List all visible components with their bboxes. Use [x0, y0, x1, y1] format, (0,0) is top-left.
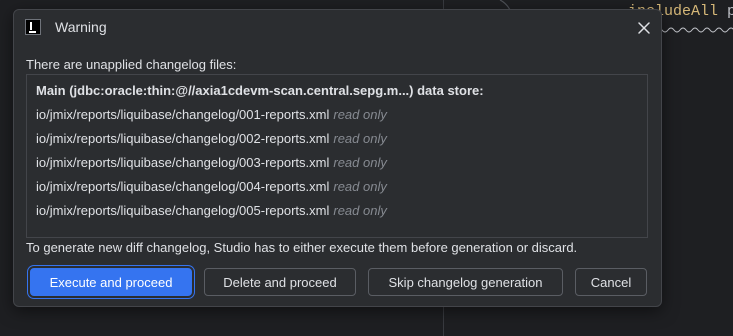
list-item[interactable]: io/jmix/reports/liquibase/changelog/005-…: [36, 203, 387, 218]
execute-and-proceed-button[interactable]: Execute and proceed: [30, 268, 192, 296]
file-status: read only: [333, 203, 387, 218]
file-path: io/jmix/reports/liquibase/changelog/003-…: [36, 155, 330, 170]
data-store-header: Main (jdbc:oracle:thin:@//axia1cdevm-sca…: [36, 83, 484, 98]
dialog-title: Warning: [55, 19, 107, 35]
dialog-message: There are unapplied changelog files:: [26, 57, 237, 72]
file-status: read only: [333, 179, 387, 194]
list-item[interactable]: io/jmix/reports/liquibase/changelog/001-…: [36, 107, 387, 122]
list-item[interactable]: io/jmix/reports/liquibase/changelog/003-…: [36, 155, 387, 170]
file-path: io/jmix/reports/liquibase/changelog/002-…: [36, 131, 330, 146]
delete-and-proceed-button[interactable]: Delete and proceed: [204, 268, 356, 296]
file-status: read only: [333, 107, 387, 122]
file-status: read only: [333, 131, 387, 146]
cancel-button[interactable]: Cancel: [575, 268, 647, 296]
skip-changelog-generation-button[interactable]: Skip changelog generation: [368, 268, 563, 296]
file-path: io/jmix/reports/liquibase/changelog/005-…: [36, 203, 330, 218]
code-text: pa: [727, 3, 733, 20]
close-icon[interactable]: [635, 19, 653, 37]
dialog-footer-text: To generate new diff changelog, Studio h…: [26, 240, 578, 255]
warning-dialog: Warning There are unapplied changelog fi…: [13, 9, 662, 307]
list-item[interactable]: io/jmix/reports/liquibase/changelog/004-…: [36, 179, 387, 194]
changelog-list[interactable]: Main (jdbc:oracle:thin:@//axia1cdevm-sca…: [26, 74, 648, 238]
list-item[interactable]: io/jmix/reports/liquibase/changelog/002-…: [36, 131, 387, 146]
file-path: io/jmix/reports/liquibase/changelog/001-…: [36, 107, 330, 122]
dialog-title-bar[interactable]: Warning: [14, 10, 661, 48]
file-status: read only: [333, 155, 387, 170]
file-path: io/jmix/reports/liquibase/changelog/004-…: [36, 179, 330, 194]
intellij-app-icon: [25, 19, 41, 35]
